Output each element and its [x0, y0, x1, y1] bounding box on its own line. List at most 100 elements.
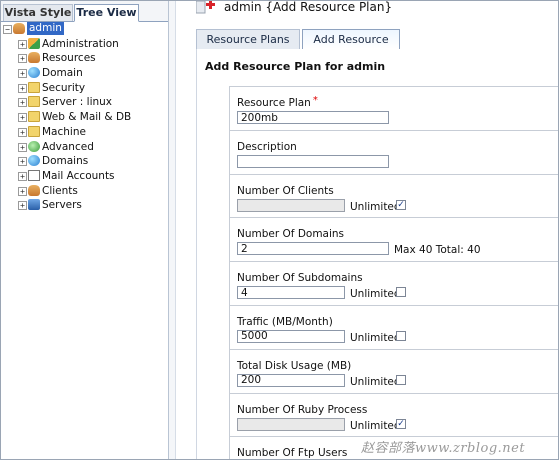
app-window: Vista Style Tree View − admin + Administ…	[0, 0, 559, 460]
watermark: 赵容部落www.zrblog.net	[361, 441, 526, 456]
domains-input[interactable]	[237, 242, 389, 256]
form-panel: Add Resource Plan for admin Resource Pla…	[196, 49, 558, 460]
unlimited-label: Unlimited	[350, 375, 401, 388]
left-panel: Vista Style Tree View − admin + Administ…	[1, 1, 168, 459]
resources-icon	[28, 52, 40, 64]
tree-node-web-mail-db[interactable]: + Web & Mail & DB	[1, 110, 168, 125]
tree-node-machine[interactable]: + Machine	[1, 125, 168, 140]
tree-node-advanced[interactable]: + Advanced	[1, 140, 168, 155]
field-label: Number Of Clients	[237, 184, 334, 197]
tree-node-domain[interactable]: + Domain	[1, 66, 168, 81]
tree-node-label: admin	[27, 22, 64, 35]
people-icon	[28, 184, 40, 196]
required-marker: *	[312, 95, 318, 106]
field-label: Resource Plan *	[237, 95, 318, 109]
description-input[interactable]	[237, 154, 389, 168]
admin-icon	[28, 37, 40, 49]
tree-node-label: Servers	[42, 199, 82, 212]
left-tabbar: Vista Style Tree View	[1, 1, 168, 22]
expand-icon[interactable]: +	[18, 142, 27, 152]
subdomains-unlimited-checkbox[interactable]	[396, 287, 406, 298]
clients-unlimited-checkbox[interactable]: ✓	[396, 199, 406, 210]
resource-plan-input[interactable]	[237, 111, 389, 124]
row-number-of-domains: Number Of Domains Max 40 Total: 40	[229, 217, 558, 262]
row-description: Description	[229, 129, 558, 174]
expand-icon[interactable]: +	[18, 69, 27, 79]
row-resource-plan: Resource Plan *	[229, 86, 558, 130]
disk-usage-input[interactable]	[237, 373, 345, 387]
field-label: Number Of Subdomains	[237, 272, 363, 285]
tree-node-mail-accounts[interactable]: + Mail Accounts	[1, 169, 168, 184]
expand-icon[interactable]: +	[18, 113, 27, 123]
folder-icon	[28, 111, 40, 123]
tab-vista-style[interactable]: Vista Style	[3, 4, 73, 21]
row-number-of-subdomains: Number Of Subdomains Unlimited	[229, 261, 558, 305]
unlimited-label: Unlimited	[350, 419, 401, 432]
field-label: Traffic (MB/Month)	[237, 315, 333, 328]
field-label: Number Of Ftp Users	[237, 447, 348, 460]
expand-icon[interactable]: +	[18, 39, 27, 49]
traffic-input[interactable]	[237, 329, 345, 343]
row-number-of-clients: Number Of Clients Unlimited ✓	[229, 173, 558, 218]
content-panel: admin {Add Resource Plan} Resource Plans…	[176, 1, 558, 459]
folder-icon	[28, 81, 40, 93]
server-icon	[28, 199, 40, 211]
tree-node-label: Resources	[42, 52, 96, 65]
globe-icon	[28, 67, 40, 79]
disk-unlimited-checkbox[interactable]	[396, 374, 406, 385]
folder-icon	[28, 96, 40, 108]
row-total-disk-usage: Total Disk Usage (MB) Unlimited	[229, 348, 558, 393]
page-title: admin {Add Resource Plan}	[224, 0, 393, 14]
expand-icon[interactable]: +	[18, 83, 27, 93]
advanced-icon	[28, 140, 40, 152]
tree-node-servers[interactable]: + Servers	[1, 198, 168, 213]
tree-node-label: Mail Accounts	[42, 169, 115, 182]
expand-icon[interactable]: +	[18, 98, 27, 108]
expand-icon[interactable]: +	[18, 171, 27, 181]
field-label: Description	[237, 140, 297, 153]
folder-icon	[28, 125, 40, 137]
tree-node-domains[interactable]: + Domains	[1, 154, 168, 169]
mail-icon	[28, 169, 40, 181]
row-ruby-process: Number Of Ruby Process Unlimited ✓	[229, 392, 558, 437]
tab-tree-view[interactable]: Tree View	[74, 4, 139, 22]
tree-node-label: Server : linux	[42, 96, 113, 109]
traffic-unlimited-checkbox[interactable]	[396, 330, 406, 341]
content-header: admin {Add Resource Plan}	[176, 1, 558, 27]
expand-icon[interactable]: +	[18, 186, 27, 196]
expand-icon[interactable]: +	[18, 54, 27, 64]
row-traffic: Traffic (MB/Month) Unlimited	[229, 304, 558, 349]
ruby-process-input[interactable]	[237, 417, 345, 431]
unlimited-label: Unlimited	[350, 331, 401, 344]
tree-node-label: Machine	[42, 125, 86, 138]
collapse-icon[interactable]: −	[3, 25, 12, 34]
field-label: Number Of Ruby Process	[237, 403, 368, 416]
expand-icon[interactable]: +	[18, 201, 27, 211]
tree-node-label: Security	[42, 81, 86, 94]
subdomains-input[interactable]	[237, 286, 345, 300]
tree-node-administration[interactable]: + Administration	[1, 37, 168, 52]
tree-node-resources[interactable]: + Resources	[1, 51, 168, 66]
field-label: Number Of Domains	[237, 228, 345, 241]
panel-splitter[interactable]	[168, 1, 176, 459]
ruby-unlimited-checkbox[interactable]: ✓	[396, 418, 406, 429]
expand-icon[interactable]: +	[18, 127, 27, 137]
tree-node-server-linux[interactable]: + Server : linux	[1, 95, 168, 110]
tab-add-resource-plan[interactable]: Add Resource Plan	[302, 29, 400, 65]
tree-node-security[interactable]: + Security	[1, 81, 168, 96]
form-rows: Resource Plan* Description Number Of Cli…	[229, 86, 558, 460]
tree-node-label: Domain	[42, 67, 83, 80]
tree-node-label: Advanced	[42, 140, 94, 153]
form-title: Add Resource Plan for admin	[205, 60, 386, 73]
field-label: Total Disk Usage (MB)	[237, 359, 352, 372]
tree-node-admin[interactable]: − admin	[1, 22, 168, 37]
tree-node-label: Web & Mail & DB	[42, 111, 132, 124]
tree-node-clients[interactable]: + Clients	[1, 184, 168, 199]
tab-resource-plans[interactable]: Resource Plans	[196, 29, 300, 49]
expand-icon[interactable]: +	[18, 157, 27, 167]
tree-node-label: Administration	[42, 37, 119, 50]
admin-user-icon	[13, 23, 25, 34]
clients-input[interactable]	[237, 198, 345, 212]
add-plan-icon	[196, 1, 215, 14]
navigation-tree: − admin + Administration + Resources + D…	[1, 22, 168, 213]
